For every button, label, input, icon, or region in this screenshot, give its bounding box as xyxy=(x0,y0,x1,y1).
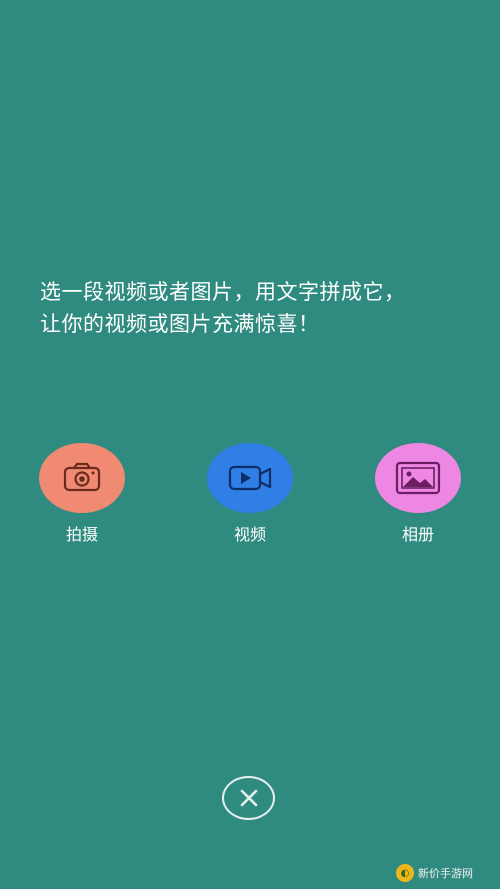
capture-action[interactable]: 拍摄 xyxy=(39,443,125,545)
watermark-logo-icon: ◐ xyxy=(396,864,414,882)
album-button[interactable] xyxy=(375,443,461,513)
watermark-text: 新价手游网 xyxy=(418,867,473,880)
intro-text: 选一段视频或者图片，用文字拼成它， 让你的视频或图片充满惊喜！ xyxy=(40,276,470,340)
intro-line-2: 让你的视频或图片充满惊喜！ xyxy=(40,312,320,336)
capture-button[interactable] xyxy=(39,443,125,513)
intro-line-1: 选一段视频或者图片，用文字拼成它， xyxy=(40,280,406,304)
close-icon xyxy=(240,789,257,807)
camera-icon xyxy=(63,462,101,492)
video-camera-icon xyxy=(228,465,272,491)
album-label: 相册 xyxy=(401,525,434,544)
close-button[interactable] xyxy=(222,776,275,820)
capture-label: 拍摄 xyxy=(65,525,98,544)
watermark: ◐ 新价手游网 xyxy=(396,862,473,884)
album-action[interactable]: 相册 xyxy=(375,443,461,545)
video-label: 视频 xyxy=(233,525,266,544)
video-action[interactable]: 视频 xyxy=(207,443,293,545)
video-button[interactable] xyxy=(207,443,293,513)
image-gallery-icon xyxy=(395,461,441,495)
